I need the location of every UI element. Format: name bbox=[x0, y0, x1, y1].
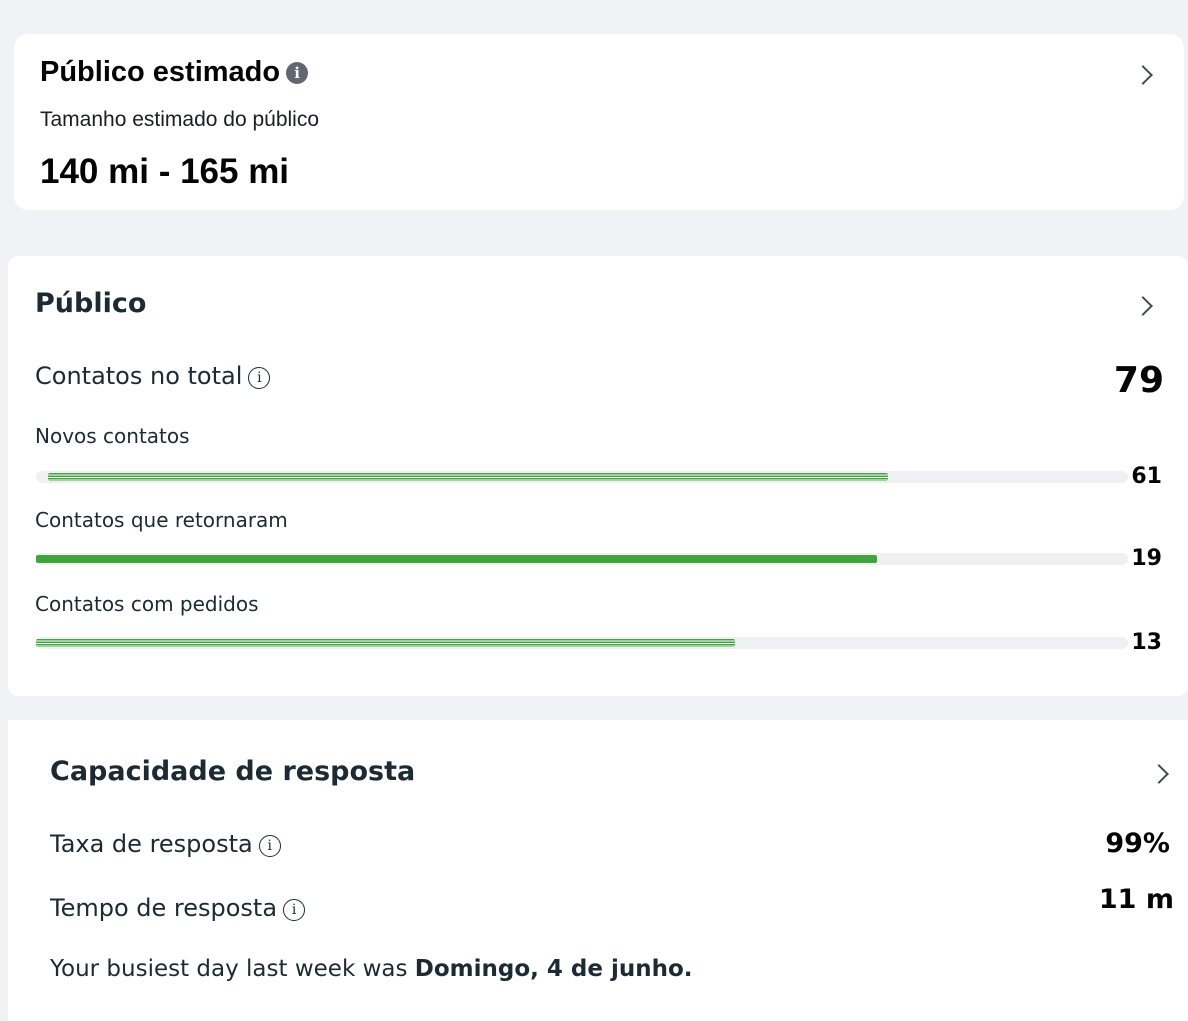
info-icon[interactable]: i bbox=[248, 367, 271, 389]
busiest-day-text: Your busiest day last week was Domingo, … bbox=[50, 956, 693, 982]
bar-fill-returning-contacts bbox=[36, 555, 877, 563]
total-contacts-value: 79 bbox=[1113, 360, 1164, 401]
bar-track-new-contacts bbox=[36, 471, 1128, 483]
bar-fill-new-contacts bbox=[48, 473, 888, 481]
total-contacts-label: Contatos no total bbox=[35, 362, 243, 390]
busiest-day-value: Domingo, 4 de junho. bbox=[414, 956, 693, 982]
chevron-right-icon[interactable] bbox=[1133, 296, 1153, 316]
bar-value-returning-contacts: 19 bbox=[1131, 546, 1162, 571]
info-icon[interactable]: i bbox=[286, 62, 309, 84]
info-icon[interactable]: i bbox=[258, 835, 281, 857]
estimated-audience-range: 140 mi - 165 mi bbox=[40, 152, 290, 191]
busiest-day-prefix: Your busiest day last week was bbox=[50, 956, 415, 982]
bar-track-returning-contacts bbox=[36, 553, 1128, 565]
bar-track-contacts-with-orders bbox=[36, 637, 1128, 649]
bar-value-new-contacts: 61 bbox=[1131, 464, 1162, 489]
bar-label-contacts-with-orders: Contatos com pedidos bbox=[35, 592, 259, 616]
audience-title: Público bbox=[35, 288, 147, 319]
chevron-right-icon[interactable] bbox=[1133, 65, 1153, 85]
audience-card: Público Contatos no total i 79 Novos cont… bbox=[8, 256, 1188, 696]
chevron-right-icon[interactable] bbox=[1149, 764, 1169, 784]
responsiveness-title: Capacidade de resposta bbox=[50, 756, 416, 787]
info-icon[interactable]: i bbox=[283, 899, 306, 921]
bar-fill-contacts-with-orders bbox=[36, 639, 735, 647]
estimated-audience-subtitle: Tamanho estimado do público bbox=[40, 108, 320, 131]
responsiveness-card: Capacidade de resposta Taxa de resposta i… bbox=[8, 720, 1188, 1021]
response-time-value: 11 m bbox=[1098, 884, 1174, 915]
bar-label-returning-contacts: Contatos que retornaram bbox=[35, 508, 288, 532]
estimated-audience-title: Público estimado bbox=[40, 56, 281, 88]
response-rate-value: 99% bbox=[1105, 828, 1170, 859]
bar-value-contacts-with-orders: 13 bbox=[1131, 630, 1162, 655]
response-time-row: Tempo de resposta i bbox=[50, 894, 306, 922]
estimated-audience-title-row: Público estimado i bbox=[40, 56, 309, 89]
response-rate-row: Taxa de resposta i bbox=[50, 830, 281, 858]
estimated-audience-card[interactable]: Público estimado i Tamanho estimado do pú… bbox=[14, 34, 1184, 210]
total-contacts-row: Contatos no total i bbox=[35, 362, 271, 390]
response-time-label: Tempo de resposta bbox=[50, 894, 278, 922]
bar-label-new-contacts: Novos contatos bbox=[35, 424, 190, 448]
response-rate-label: Taxa de resposta bbox=[50, 830, 253, 858]
